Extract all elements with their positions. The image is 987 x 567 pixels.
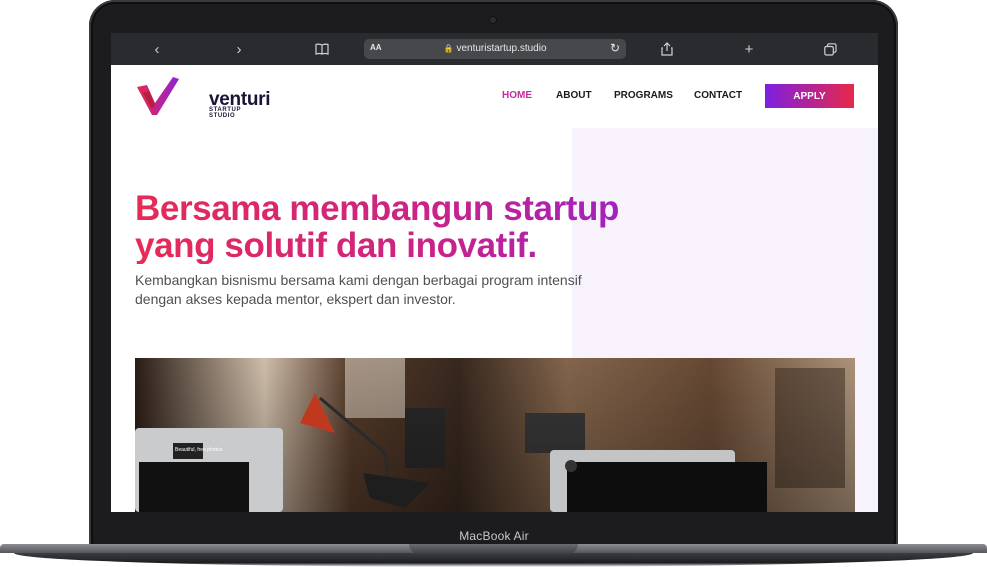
- laptop-base: [0, 544, 987, 567]
- tabs-overview-icon[interactable]: [820, 39, 840, 59]
- venturi-logo[interactable]: venturi STARTUP STUDIO: [135, 73, 271, 119]
- share-icon[interactable]: [657, 39, 677, 59]
- hero-title: Bersama membangun startup yang solutif d…: [135, 190, 695, 264]
- forward-icon[interactable]: ›: [229, 39, 249, 59]
- hero-subtitle-line-1: Kembangkan bisnismu bersama kami dengan …: [135, 272, 582, 288]
- trackpad-notch: [409, 544, 578, 554]
- reload-icon[interactable]: ↻: [610, 41, 620, 55]
- hero-office-photo: Beautiful, free photos.: [135, 358, 855, 512]
- apply-button[interactable]: APPLY: [765, 84, 854, 108]
- nav-contact[interactable]: CONTACT: [694, 90, 742, 101]
- brand-tagline: STARTUP STUDIO: [209, 107, 241, 119]
- webcam: [490, 17, 496, 23]
- back-icon[interactable]: ‹: [147, 39, 167, 59]
- url-text: venturistartup.studio: [456, 43, 547, 54]
- lock-icon: 🔒: [443, 44, 454, 53]
- hero-title-line-2: yang solutif dan inovatif.: [135, 226, 537, 265]
- hero-title-line-1: Bersama membangun startup: [135, 189, 620, 228]
- photo-sticker-text: Beautiful, free photos.: [175, 447, 224, 453]
- venturi-logo-mark-icon: [137, 77, 179, 115]
- laptop-screen: ‹ › AA 🔒 venturistartup.studio ↻ + ventu…: [111, 33, 878, 512]
- nav-home[interactable]: HOME: [502, 90, 532, 101]
- hero-subtitle-line-2: dengan akses kepada mentor, ekspert dan …: [135, 291, 456, 307]
- bookmarks-icon[interactable]: [312, 39, 332, 59]
- new-tab-icon[interactable]: +: [739, 39, 759, 59]
- hero-subtitle: Kembangkan bisnismu bersama kami dengan …: [135, 271, 655, 309]
- site-header: venturi STARTUP STUDIO: [111, 65, 878, 128]
- address-bar[interactable]: AA 🔒 venturistartup.studio ↻: [364, 39, 626, 59]
- nav-about[interactable]: ABOUT: [556, 90, 592, 101]
- device-label: MacBook Air: [459, 529, 529, 543]
- browser-toolbar: ‹ › AA 🔒 venturistartup.studio ↻ +: [111, 33, 878, 65]
- nav-programs[interactable]: PROGRAMS: [614, 90, 673, 101]
